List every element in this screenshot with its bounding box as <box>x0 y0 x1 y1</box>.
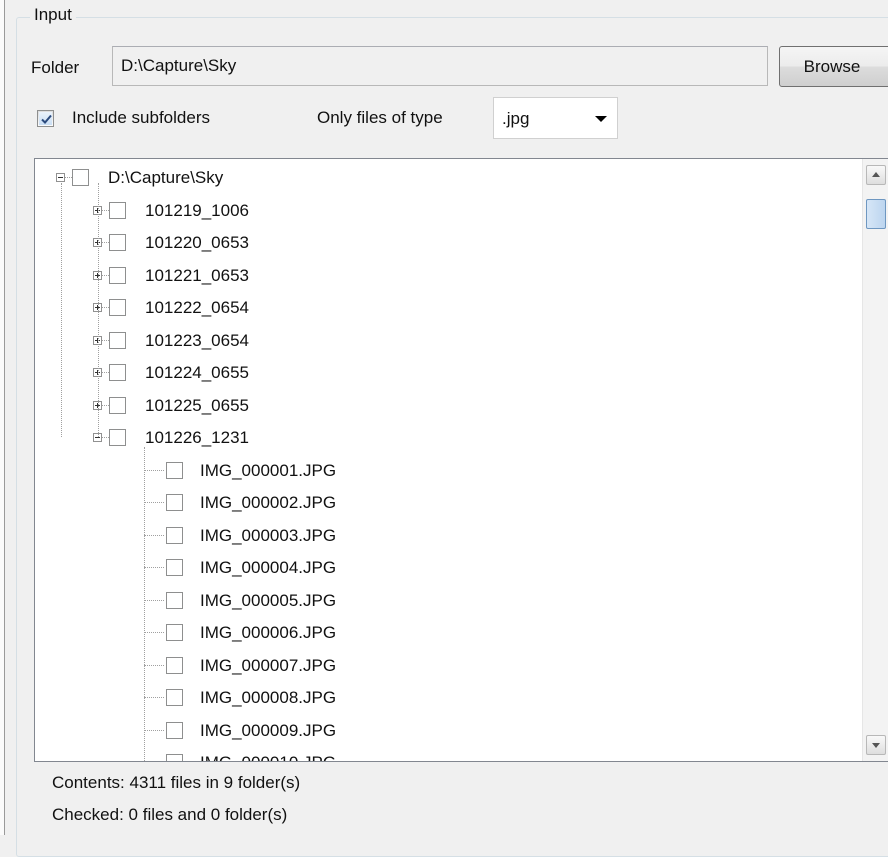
tree-item-checkbox[interactable] <box>166 656 183 674</box>
tree-connector <box>144 632 164 633</box>
tree-item-checkbox[interactable] <box>166 624 183 641</box>
tree-item-label: 101221_0653 <box>145 265 250 285</box>
tree-file-item[interactable]: IMG_000003.JPG <box>35 521 855 554</box>
tree-item-label: IMG_000005.JPG <box>200 590 337 610</box>
tree-item-label: D:\Capture\Sky <box>108 168 224 187</box>
tree-folder-item[interactable]: 101222_0654 <box>35 293 855 326</box>
tree-item-checkbox[interactable] <box>109 234 126 251</box>
tree-item-checkbox[interactable] <box>166 591 183 609</box>
tree-item-checkbox[interactable] <box>109 429 126 446</box>
tree-connector <box>144 469 164 471</box>
tree-item-checkbox[interactable] <box>72 169 89 186</box>
tree-connector <box>65 177 72 178</box>
include-subfolders-label[interactable]: Include subfolders <box>72 106 210 130</box>
file-type-label: Only files of type <box>317 108 443 127</box>
tree-connector <box>144 697 164 698</box>
tree-item-checkbox[interactable] <box>109 364 126 381</box>
tree-item-checkbox[interactable] <box>166 526 183 544</box>
tree-item-label: IMG_000002.JPG <box>200 493 337 512</box>
tree-folder-item[interactable]: 101223_0654 <box>35 326 855 359</box>
tree-item-checkbox[interactable] <box>166 689 183 706</box>
tree-item-label: IMG_000010.JPG <box>200 751 336 761</box>
tree-item-label: IMG_000003.JPG <box>200 525 337 545</box>
tree-item-label: 101219_1006 <box>145 200 250 220</box>
tree-item-checkbox[interactable] <box>109 299 126 316</box>
tree-connector-vertical <box>61 183 62 437</box>
tree-item-checkbox[interactable] <box>109 201 126 219</box>
tree-item-label: 101224_0655 <box>145 363 250 382</box>
tree-connector-vertical <box>144 447 145 761</box>
tree-folder-item[interactable]: 101219_1006 <box>35 196 855 229</box>
scrollbar-thumb[interactable] <box>866 199 886 229</box>
folder-label: Folder <box>31 58 80 77</box>
file-type-dropdown[interactable]: .jpg <box>493 97 618 139</box>
tree-item-label: 101225_0655 <box>145 395 250 415</box>
tree-folder-item[interactable]: 101225_0655 <box>35 391 855 424</box>
tree-connector <box>102 307 109 308</box>
tree-connector <box>102 209 109 211</box>
scroll-down-icon[interactable] <box>866 735 886 755</box>
tree-item-label: 101226_1231 <box>145 428 250 447</box>
scroll-up-icon[interactable] <box>866 165 886 185</box>
folder-path-field[interactable] <box>112 46 768 86</box>
tree-item-label: IMG_000006.JPG <box>200 623 337 642</box>
collapse-icon[interactable] <box>56 173 65 182</box>
tree-connector <box>102 372 109 373</box>
tree-item-checkbox[interactable] <box>166 721 183 739</box>
tree-connector <box>102 339 109 341</box>
file-type-value: .jpg <box>502 109 530 128</box>
tree-connector <box>102 404 109 406</box>
tree-file-item[interactable]: IMG_000002.JPG <box>35 488 855 521</box>
contents-summary: Contents: 4311 files in 9 folder(s) <box>52 773 301 792</box>
input-group-title: Input <box>30 5 76 25</box>
tree-file-item[interactable]: IMG_000009.JPG <box>35 716 855 749</box>
tree-vertical-scrollbar[interactable] <box>862 159 888 761</box>
dropdown-arrow-icon[interactable] <box>595 116 607 122</box>
tree-item-label: 101220_0653 <box>145 233 250 252</box>
tree-root-item[interactable]: D:\Capture\Sky <box>35 163 855 196</box>
tree-item-label: IMG_000007.JPG <box>200 655 337 675</box>
tree-item-label: IMG_000001.JPG <box>200 460 337 480</box>
tree-item-label: 101222_0654 <box>145 298 250 317</box>
tree-item-checkbox[interactable] <box>109 331 126 349</box>
tree-file-item[interactable]: IMG_000006.JPG <box>35 618 855 651</box>
tree-connector <box>144 729 164 731</box>
tree-file-item[interactable]: IMG_000005.JPG <box>35 586 855 619</box>
tree-item-checkbox[interactable] <box>166 754 183 761</box>
tree-connector <box>144 664 164 666</box>
tree-item-label: IMG_000009.JPG <box>200 720 337 740</box>
tree-item-checkbox[interactable] <box>166 494 183 511</box>
tree-connector <box>144 534 164 536</box>
tree-item-checkbox[interactable] <box>109 396 126 414</box>
tree-item-label: IMG_000004.JPG <box>200 558 337 577</box>
tree-connector <box>144 567 164 568</box>
tree-connector <box>144 599 164 601</box>
tree-connector <box>144 502 164 503</box>
tree-file-item[interactable]: IMG_000010.JPG <box>35 748 855 761</box>
folder-tree[interactable]: D:\Capture\Sky 101219_1006 101220_0653 1012… <box>34 158 888 762</box>
tree-connector <box>102 437 109 438</box>
window-edge-line <box>4 0 5 835</box>
tree-item-label: IMG_000008.JPG <box>200 688 337 707</box>
include-subfolders-checkbox[interactable] <box>37 110 54 127</box>
tree-folder-item[interactable]: 101220_0653 <box>35 228 855 261</box>
tree-file-item[interactable]: IMG_000007.JPG <box>35 651 855 684</box>
browse-button[interactable]: Browse <box>779 46 888 87</box>
tree-file-item[interactable]: IMG_000001.JPG <box>35 456 855 489</box>
tree-file-item[interactable]: IMG_000008.JPG <box>35 683 855 716</box>
tree-item-checkbox[interactable] <box>166 461 183 479</box>
tree-folder-item[interactable]: 101224_0655 <box>35 358 855 391</box>
tree-folder-item[interactable]: 101226_1231 <box>35 423 855 456</box>
tree-connector <box>102 242 109 243</box>
tree-folder-item[interactable]: 101221_0653 <box>35 261 855 294</box>
tree-file-item[interactable]: IMG_000004.JPG <box>35 553 855 586</box>
tree-item-checkbox[interactable] <box>166 559 183 576</box>
checked-summary: Checked: 0 files and 0 folder(s) <box>52 805 288 824</box>
tree-item-checkbox[interactable] <box>109 266 126 284</box>
checkmark-icon <box>41 114 52 124</box>
tree-connector-vertical <box>98 183 99 437</box>
tree-connector <box>102 274 109 276</box>
tree-item-label: 101223_0654 <box>145 330 250 350</box>
